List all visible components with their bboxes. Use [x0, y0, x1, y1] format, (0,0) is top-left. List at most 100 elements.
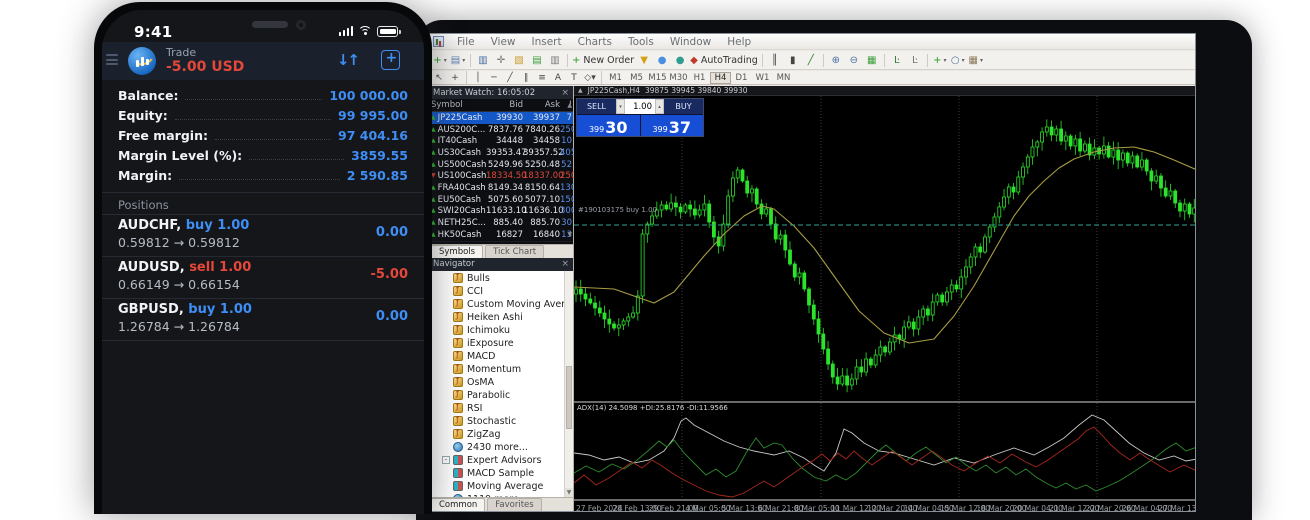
tree-item-moving-average[interactable]: Moving Average	[429, 480, 573, 493]
tree-item-cci[interactable]: CCI	[429, 285, 573, 298]
timeframe-m1[interactable]: M1	[605, 72, 626, 84]
tile-windows-icon[interactable]: ▦	[864, 53, 880, 68]
candlestick-mode-icon[interactable]: ▮	[785, 53, 801, 68]
table-row[interactable]: ▲JP225Cash39930399377	[429, 112, 573, 124]
menu-view[interactable]: View	[483, 36, 524, 48]
collapse-icon[interactable]: ▲	[578, 87, 583, 94]
trendline-icon[interactable]: ╱	[503, 72, 517, 84]
profiles-icon[interactable]: ▤▾	[450, 53, 466, 68]
mql5-icon[interactable]: ▼	[636, 53, 652, 68]
table-row[interactable]: ▲US30Cash39353.4739357.52405	[429, 147, 573, 159]
timeframe-m5[interactable]: M5	[626, 72, 647, 84]
vertical-line-icon[interactable]: │	[471, 72, 485, 84]
channel-icon[interactable]: ∥	[519, 72, 533, 84]
table-row[interactable]: ▲AUS200C...7837.767840.26250	[429, 124, 573, 136]
scroll-down-icon[interactable]: ▼	[567, 231, 572, 238]
close-icon[interactable]: ×	[561, 88, 569, 98]
tree-item-stochastic[interactable]: Stochastic	[429, 415, 573, 428]
autotrading-icon[interactable]: ◆AutoTrading	[690, 53, 758, 68]
data-window-icon[interactable]: ✛	[493, 53, 509, 68]
buy-button[interactable]: BUY	[664, 99, 703, 114]
column-header-symbol[interactable]: Symbol	[429, 100, 486, 110]
sell-button[interactable]: SELL	[577, 99, 616, 114]
menu-tools[interactable]: Tools	[620, 36, 662, 48]
horizontal-line-icon[interactable]: ─	[487, 72, 501, 84]
tree-item-2430-more-[interactable]: 2430 more...	[429, 441, 573, 454]
timeframe-w1[interactable]: W1	[752, 72, 773, 84]
strategy-tester-icon[interactable]: ▥	[547, 53, 563, 68]
tab-symbols[interactable]: Symbols	[431, 245, 483, 258]
tree-item-macd[interactable]: MACD	[429, 350, 573, 363]
tree-item-momentum[interactable]: Momentum	[429, 363, 573, 376]
zoom-in-icon[interactable]: ⊕	[828, 53, 844, 68]
timeframe-h1[interactable]: H1	[689, 72, 710, 84]
timeframe-mn[interactable]: MN	[773, 72, 794, 84]
terminal-icon[interactable]: ▤	[529, 53, 545, 68]
add-indicator-icon[interactable]: +▾	[932, 53, 948, 68]
position-row[interactable]: AUDCHF, buy 1.000.59812 → 0.598120.00	[102, 216, 424, 256]
volume-value[interactable]: 1.00	[625, 102, 655, 112]
tree-item-ichimoku[interactable]: Ichimoku	[429, 324, 573, 337]
column-header-ask[interactable]: Ask	[523, 100, 560, 110]
table-row[interactable]: ▲US500Cash5249.965250.4852	[429, 159, 573, 171]
hamburger-menu-icon[interactable]	[106, 54, 118, 68]
table-row[interactable]: ▲NETH25C...885.40885.7030	[429, 217, 573, 229]
menu-file[interactable]: File	[449, 36, 483, 48]
auto-scroll-icon[interactable]: Ŀ	[889, 53, 905, 68]
label-icon[interactable]: T	[567, 72, 581, 84]
navigator-scrollbar[interactable]: ▼	[564, 271, 573, 497]
table-row[interactable]: ▲SWI20Cash11633.1011636.10300	[429, 206, 573, 218]
volume-increase-icon[interactable]: ▴	[655, 99, 664, 114]
timeframe-m15[interactable]: M15	[647, 72, 668, 84]
cursor-icon[interactable]: ↖	[432, 72, 446, 84]
tree-item-zigzag[interactable]: ZigZag	[429, 428, 573, 441]
tree-item-bulls[interactable]: Bulls	[429, 272, 573, 285]
table-row[interactable]: ▼US100Cash18334.5018337.00250	[429, 170, 573, 182]
timeframe-m30[interactable]: M30	[668, 72, 689, 84]
new-order-icon[interactable]: +New Order	[572, 53, 634, 68]
tree-item-custom-moving-averages[interactable]: Custom Moving Averages	[429, 298, 573, 311]
scroll-up-icon[interactable]: ▲	[567, 102, 572, 109]
tree-item-heiken-ashi[interactable]: Heiken Ashi	[429, 311, 573, 324]
menu-help[interactable]: Help	[719, 36, 759, 48]
tree-item-1119-more-[interactable]: 1119 more...	[429, 493, 573, 497]
tree-item-macd-sample[interactable]: MACD Sample	[429, 467, 573, 480]
buy-price[interactable]: 399 37	[641, 115, 704, 136]
news-icon[interactable]: ●	[672, 53, 688, 68]
close-icon[interactable]: ×	[561, 259, 569, 269]
table-row[interactable]: ▲HK50Cash168271684013	[429, 229, 573, 241]
market-watch-icon[interactable]: ▥	[475, 53, 491, 68]
tree-item-osma[interactable]: OsMA	[429, 376, 573, 389]
tab-favorites[interactable]: Favorites	[487, 498, 541, 511]
line-chart-mode-icon[interactable]: ╱	[803, 53, 819, 68]
tree-item-rsi[interactable]: RSI	[429, 402, 573, 415]
menu-insert[interactable]: Insert	[524, 36, 570, 48]
tree-expander-icon[interactable]: -	[442, 456, 450, 464]
table-row[interactable]: ▲FRA40Cash8149.348150.64130	[429, 182, 573, 194]
text-icon[interactable]: A	[551, 72, 565, 84]
menu-window[interactable]: Window	[662, 36, 719, 48]
table-row[interactable]: ▲EU50Cash5075.605077.10150	[429, 194, 573, 206]
templates-icon[interactable]: ▦▾	[968, 53, 984, 68]
column-header-bid[interactable]: Bid	[486, 100, 523, 110]
new-chart-icon[interactable]: +▾	[432, 53, 448, 68]
sell-price[interactable]: 399 30	[577, 115, 640, 136]
candlestick-chart[interactable]	[574, 96, 1196, 401]
fibonacci-icon[interactable]: ≡	[535, 72, 549, 84]
periods-icon[interactable]: ○▾	[950, 53, 966, 68]
tree-item-parabolic[interactable]: Parabolic	[429, 389, 573, 402]
timeframe-d1[interactable]: D1	[731, 72, 752, 84]
zoom-out-icon[interactable]: ⊖	[846, 53, 862, 68]
community-icon[interactable]: ●	[654, 53, 670, 68]
tab-common[interactable]: Common	[431, 498, 485, 511]
bar-chart-mode-icon[interactable]: ║	[767, 53, 783, 68]
position-row[interactable]: AUDUSD, sell 1.000.66149 → 0.66154-5.00	[102, 258, 424, 298]
volume-decrease-icon[interactable]: ▾	[616, 99, 625, 114]
shapes-icon[interactable]: ◇▾	[583, 72, 597, 84]
timeframe-h4[interactable]: H4	[710, 72, 731, 84]
adx-indicator-pane[interactable]	[574, 403, 1196, 499]
menu-charts[interactable]: Charts	[570, 36, 620, 48]
new-order-icon[interactable]	[381, 50, 400, 70]
navigator-icon[interactable]: ▧	[511, 53, 527, 68]
tree-item-expert-advisors[interactable]: -Expert Advisors	[429, 454, 573, 467]
